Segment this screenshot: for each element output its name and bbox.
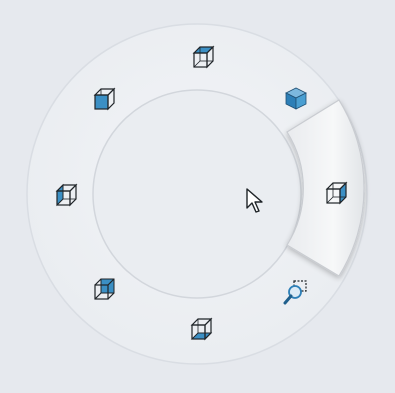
bottom-view-button[interactable] bbox=[187, 316, 215, 344]
cube-top-face-icon bbox=[192, 45, 215, 69]
cube-front-face-icon bbox=[93, 87, 116, 111]
top-view-button[interactable] bbox=[189, 44, 217, 72]
mouse-pointer-icon bbox=[246, 188, 263, 213]
inner-disc bbox=[92, 89, 302, 299]
cube-bottom-face-icon bbox=[190, 317, 213, 341]
zoom-to-selection-icon bbox=[283, 280, 307, 305]
zoom-to-selection-button[interactable] bbox=[282, 278, 310, 306]
cube-back-face-icon bbox=[94, 278, 115, 300]
view-selector-stage bbox=[0, 0, 395, 393]
right-view-button[interactable] bbox=[322, 180, 350, 208]
front-view-button[interactable] bbox=[90, 86, 118, 114]
cube-left-face-icon bbox=[55, 183, 78, 207]
left-view-button[interactable] bbox=[52, 182, 80, 210]
isometric-view-button[interactable] bbox=[282, 84, 310, 112]
cube-solid-icon bbox=[285, 87, 307, 110]
cube-right-face-icon bbox=[325, 181, 348, 205]
back-view-button[interactable] bbox=[90, 276, 118, 304]
